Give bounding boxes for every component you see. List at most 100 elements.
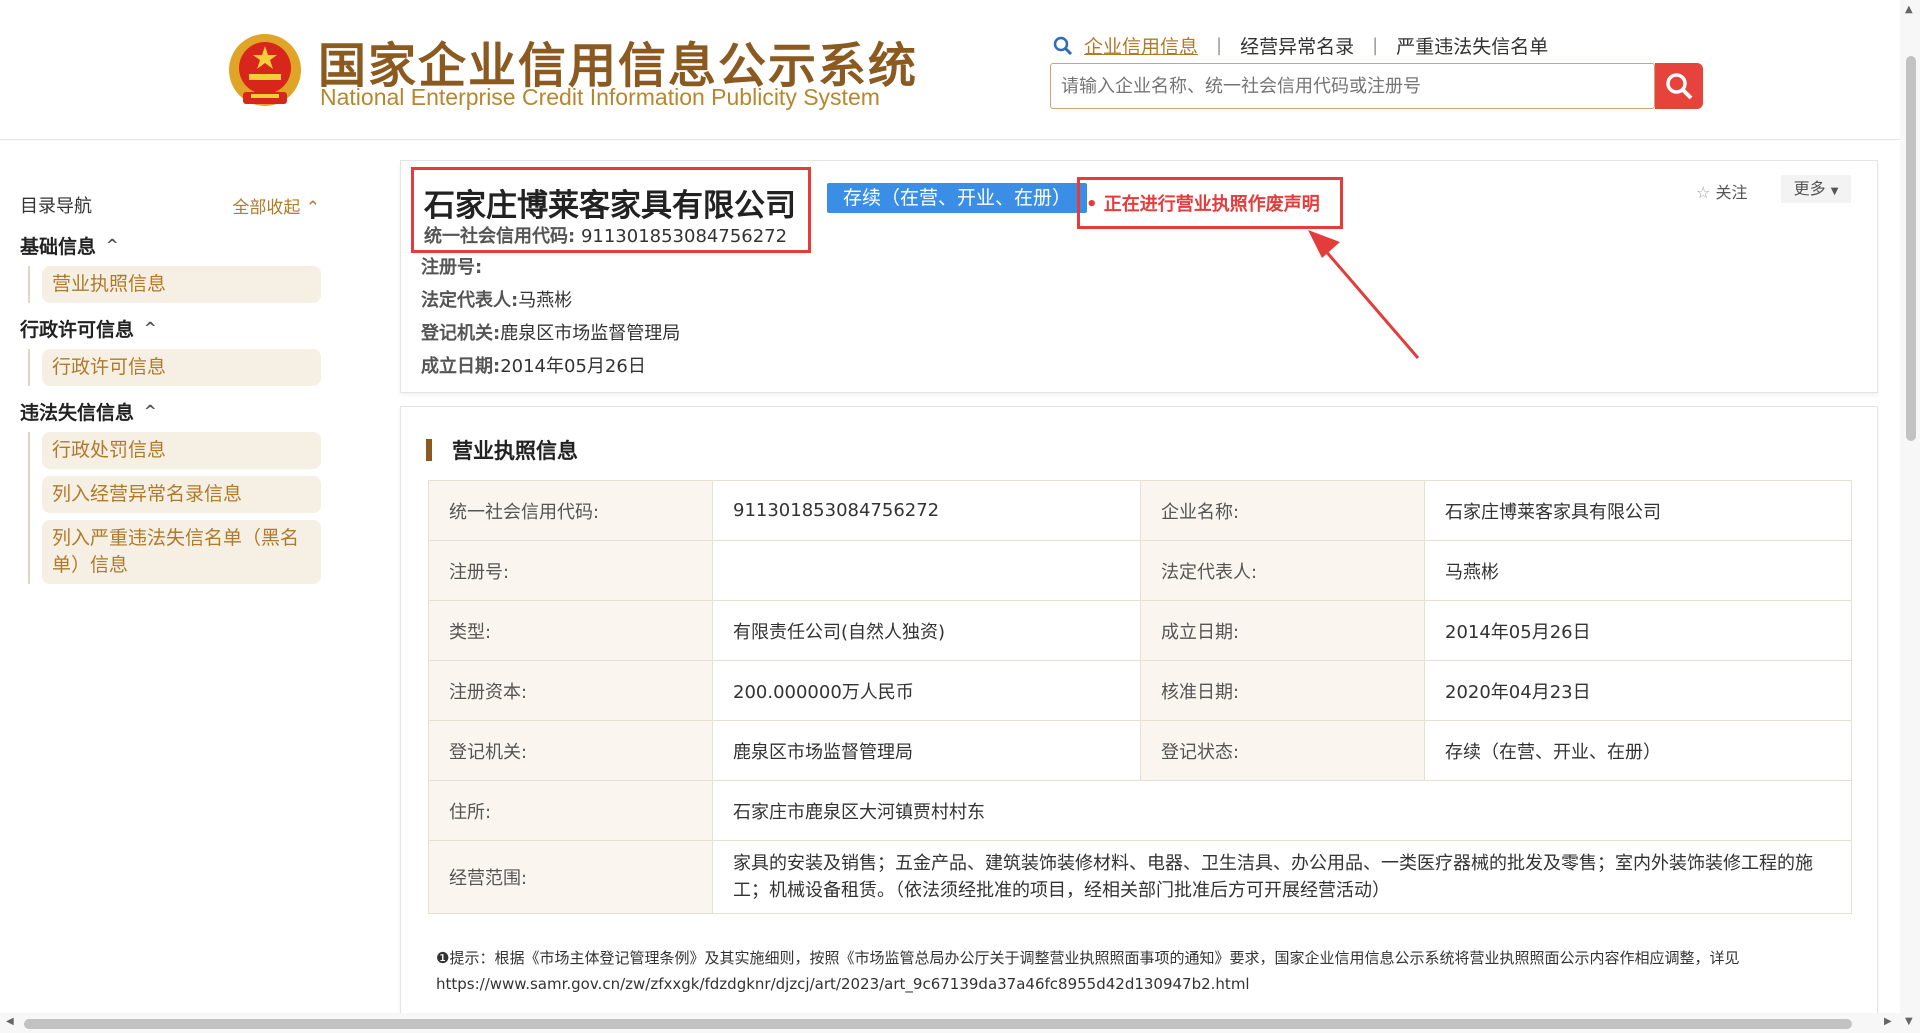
table-row: 登记机关: 鹿泉区市场监督管理局 登记状态: 存续（在营、开业、在册）	[428, 720, 1852, 781]
national-emblem-icon	[229, 34, 301, 106]
legal-rep-label: 法定代表人:	[421, 290, 519, 311]
follow-button[interactable]: ☆ 关注	[1696, 179, 1747, 203]
sidebar-item-blacklist[interactable]: 列入严重违法失信名单（黑名单）信息	[42, 520, 321, 584]
table-value: 存续（在营、开业、在册）	[1424, 720, 1852, 781]
business-license-card: 营业执照信息 统一社会信用代码: 911301853084756272 企业名称…	[400, 406, 1878, 1016]
scroll-right-icon[interactable]: ▶	[1884, 1016, 1892, 1027]
credit-code-line: 统一社会信用代码: 911301853084756272	[424, 222, 787, 248]
table-key: 经营范围:	[428, 840, 713, 914]
scroll-up-icon[interactable]: ▲	[1905, 4, 1913, 15]
table-value: 有限责任公司(自然人独资)	[712, 600, 1141, 661]
nav-abnormal-list[interactable]: 经营异常名录	[1240, 32, 1354, 59]
site-header: 国家企业信用信息公示系统 National Enterprise Credit …	[0, 0, 1900, 140]
license-title-text: 营业执照信息	[452, 439, 578, 463]
collapse-all-label: 全部收起	[232, 197, 301, 218]
table-key: 成立日期:	[1140, 600, 1425, 661]
company-summary-card: 石家庄博莱客家具有限公司 统一社会信用代码: 91130185308475627…	[400, 160, 1878, 393]
table-key: 企业名称:	[1140, 480, 1425, 541]
annotation-arrow-icon	[1308, 230, 1420, 359]
legal-rep-line: 法定代表人:马燕彬	[421, 286, 572, 312]
sidebar-subitems: 行政许可信息	[28, 349, 321, 386]
table-value: 911301853084756272	[712, 480, 1141, 541]
address-value: 石家庄市鹿泉区大河镇贾村村东	[712, 780, 1852, 841]
authority-line: 登记机关:鹿泉区市场监督管理局	[421, 319, 680, 345]
more-button[interactable]: 更多 ▼	[1781, 175, 1851, 203]
table-key: 登记机关:	[428, 720, 713, 781]
table-key: 法定代表人:	[1140, 540, 1425, 601]
section-title-bar	[426, 439, 432, 461]
section-title: 违法失信信息	[20, 401, 135, 424]
table-key: 住所:	[428, 780, 713, 841]
table-row: 注册号: 法定代表人: 马燕彬	[428, 540, 1852, 601]
table-key: 注册资本:	[428, 660, 713, 721]
vertical-scroll-thumb[interactable]	[1906, 56, 1916, 441]
company-name-highlight: 石家庄博莱客家具有限公司 统一社会信用代码: 91130185308475627…	[411, 167, 811, 253]
nav-separator: |	[1216, 35, 1223, 56]
authority-value: 鹿泉区市场监督管理局	[500, 323, 681, 344]
status-badge: 存续（在营、开业、在册）	[827, 183, 1088, 213]
sidebar-title: 目录导航	[20, 196, 92, 217]
top-nav: 企业信用信息 | 经营异常名录 | 严重违法失信名单	[1052, 32, 1548, 59]
horizontal-scroll-thumb[interactable]	[24, 1019, 1852, 1029]
license-void-notice[interactable]: • 正在进行营业执照作废声明	[1086, 190, 1320, 216]
table-key: 类型:	[428, 600, 713, 661]
chevron-up-icon: ^	[144, 319, 157, 337]
search-input[interactable]	[1051, 64, 1654, 108]
credit-code-label: 统一社会信用代码:	[424, 226, 576, 247]
notice-highlight: • 正在进行营业执照作废声明	[1077, 177, 1343, 229]
table-value: 2020年04月23日	[1424, 660, 1852, 721]
table-key: 注册号:	[428, 540, 713, 601]
table-row: 经营范围: 家具的安装及销售；五金产品、建筑装饰装修材料、电器、卫生洁具、办公用…	[428, 840, 1852, 914]
table-row: 注册资本: 200.000000万人民币 核准日期: 2020年04月23日	[428, 660, 1852, 721]
search-box	[1050, 63, 1655, 109]
sidebar-subitems: 营业执照信息	[28, 266, 321, 303]
authority-label: 登记机关:	[421, 323, 501, 344]
sidebar-section-basic[interactable]: 基础信息 ^	[20, 230, 320, 260]
nav-separator: |	[1372, 35, 1379, 56]
nav-enterprise-credit[interactable]: 企业信用信息	[1084, 32, 1198, 59]
sidebar-section-admin-permit[interactable]: 行政许可信息 ^	[20, 313, 320, 343]
sidebar-subitems: 行政处罚信息 列入经营异常名录信息 列入严重违法失信名单（黑名单）信息	[28, 432, 321, 584]
founded-label: 成立日期:	[421, 356, 501, 377]
sidebar-item-admin-penalty[interactable]: 行政处罚信息	[42, 432, 321, 469]
search-icon	[1666, 73, 1693, 100]
table-value: 石家庄博莱客家具有限公司	[1424, 480, 1852, 541]
table-row: 住所: 石家庄市鹿泉区大河镇贾村村东	[428, 780, 1852, 841]
legal-rep-value: 马燕彬	[518, 290, 573, 311]
chevron-down-icon: ▼	[1830, 186, 1839, 197]
sidebar-item-business-license[interactable]: 营业执照信息	[42, 266, 321, 303]
table-value	[712, 540, 1141, 601]
search-icon	[1053, 36, 1073, 55]
founded-line: 成立日期:2014年05月26日	[421, 352, 646, 378]
collapse-all-button[interactable]: 全部收起 ⌃	[232, 193, 320, 218]
section-title: 行政许可信息	[20, 318, 135, 341]
follow-label: 关注	[1715, 183, 1748, 202]
chevron-up-icon: ^	[144, 402, 157, 420]
founded-value: 2014年05月26日	[500, 356, 646, 377]
license-section-title: 营业执照信息	[426, 435, 578, 465]
business-scope-value: 家具的安装及销售；五金产品、建筑装饰装修材料、电器、卫生洁具、办公用品、一类医疗…	[712, 840, 1852, 914]
table-row: 统一社会信用代码: 911301853084756272 企业名称: 石家庄博莱…	[428, 480, 1852, 541]
company-name: 石家庄博莱客家具有限公司	[424, 188, 796, 224]
scroll-down-icon[interactable]: ▼	[1905, 1016, 1913, 1027]
table-value: 2014年05月26日	[1424, 600, 1852, 661]
section-title: 基础信息	[20, 235, 97, 258]
table-value: 鹿泉区市场监督管理局	[712, 720, 1141, 781]
nav-blacklist[interactable]: 严重违法失信名单	[1396, 32, 1548, 59]
reg-no-line: 注册号:	[421, 253, 482, 279]
logo-title-en: National Enterprise Credit Information P…	[320, 84, 880, 110]
license-info-table: 统一社会信用代码: 911301853084756272 企业名称: 石家庄博莱…	[428, 480, 1852, 914]
sidebar-item-abnormal-list[interactable]: 列入经营异常名录信息	[42, 476, 321, 513]
sidebar-nav: 目录导航 全部收起 ⌃ 基础信息 ^ 营业执照信息 行政许可信息 ^ 行政许可信息 …	[20, 190, 321, 591]
scroll-left-icon[interactable]: ◀	[6, 1016, 14, 1027]
license-tip: ❶提示：根据《市场主体登记管理条例》及其实施细则，按照《市场监管总局办公厅关于调…	[436, 949, 1740, 993]
search-button[interactable]	[1655, 63, 1703, 109]
table-key: 核准日期:	[1140, 660, 1425, 721]
notice-label: 正在进行营业执照作废声明	[1103, 194, 1320, 215]
sidebar-section-violations[interactable]: 违法失信信息 ^	[20, 396, 320, 426]
star-icon: ☆	[1696, 183, 1711, 202]
reg-no-label: 注册号:	[421, 257, 483, 278]
table-key: 登记状态:	[1140, 720, 1425, 781]
sidebar-item-admin-permit[interactable]: 行政许可信息	[42, 349, 321, 386]
table-value: 马燕彬	[1424, 540, 1852, 601]
